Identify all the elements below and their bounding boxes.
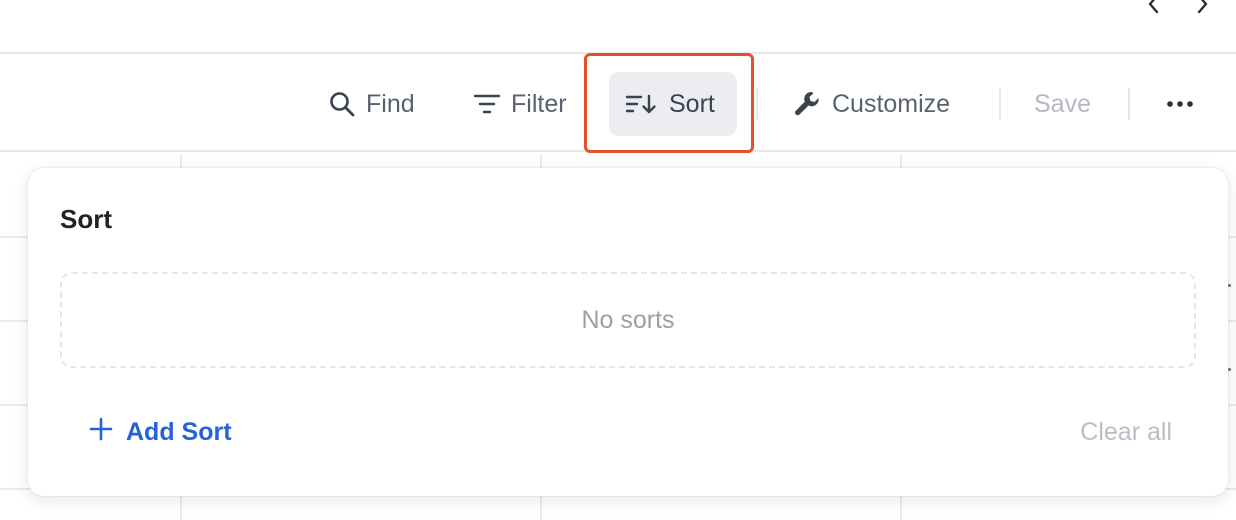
cell-overflow-dot: [1228, 368, 1231, 371]
chevron-right-icon[interactable]: [1190, 0, 1214, 16]
sort-list-empty-state: No sorts: [60, 272, 1196, 368]
sort-icon: [625, 92, 657, 116]
add-sort-button[interactable]: Add Sort: [88, 412, 232, 452]
customize-label: Customize: [832, 89, 951, 118]
chevron-left-icon[interactable]: [1142, 0, 1166, 16]
toolbar-divider: [999, 88, 1001, 120]
search-icon: [328, 90, 356, 118]
empty-message: No sorts: [581, 305, 675, 334]
header-strip: [0, 0, 1236, 54]
sort-popup: Sort No sorts Add Sort Clear all: [28, 168, 1228, 496]
sort-button[interactable]: Sort: [609, 72, 737, 136]
app-root: Find Filter Sort Customize Save Sort No …: [0, 0, 1236, 520]
clear-all-button[interactable]: Clear all: [1080, 412, 1172, 452]
sort-label: Sort: [669, 89, 715, 118]
cell-overflow-dot: [1228, 284, 1231, 287]
toolbar-divider: [1128, 88, 1130, 120]
wrench-icon: [792, 89, 822, 119]
more-options-button[interactable]: [1156, 72, 1204, 136]
save-label: Save: [1034, 89, 1091, 118]
clear-all-label: Clear all: [1080, 417, 1172, 446]
sort-popup-title: Sort: [60, 204, 112, 234]
add-sort-label: Add Sort: [126, 417, 232, 446]
toolbar-divider: [756, 88, 758, 120]
save-button[interactable]: Save: [1022, 72, 1103, 136]
customize-button[interactable]: Customize: [780, 72, 962, 136]
more-horizontal-icon: [1166, 100, 1194, 108]
filter-button[interactable]: Filter: [461, 72, 579, 136]
filter-label: Filter: [511, 89, 567, 118]
find-button[interactable]: Find: [316, 72, 427, 136]
view-toolbar: Find Filter Sort Customize Save: [0, 56, 1236, 152]
filter-icon: [473, 92, 501, 116]
find-label: Find: [366, 89, 415, 118]
plus-icon: [88, 416, 114, 449]
